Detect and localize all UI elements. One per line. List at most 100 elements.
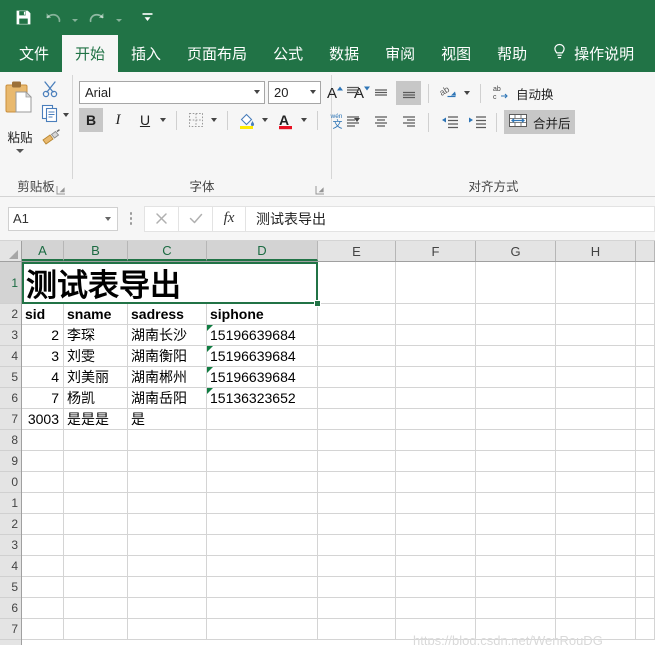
row-header-13[interactable]: 3 [0,535,21,556]
column-header-f[interactable]: F [396,241,476,261]
align-middle-button[interactable] [368,81,393,105]
tab-view[interactable]: 视图 [428,35,484,72]
underline-dropdown-icon[interactable] [160,118,166,122]
cell-empty-17-6[interactable] [476,619,556,640]
cell-f1[interactable] [396,262,476,304]
cell-g2[interactable] [476,304,556,325]
cell-g5[interactable] [476,367,556,388]
cell-h5[interactable] [556,367,636,388]
cell-e3[interactable] [318,325,396,346]
confirm-edit-button[interactable] [178,205,212,232]
row-header-14[interactable]: 4 [0,556,21,577]
font-size-dropdown-icon[interactable] [305,82,320,103]
cell-empty-13-8[interactable] [636,535,655,556]
cell-empty-17-2[interactable] [128,619,207,640]
cell-h2[interactable] [556,304,636,325]
cell-i4[interactable] [636,346,655,367]
cell-empty-13-2[interactable] [128,535,207,556]
cell-empty-16-6[interactable] [476,598,556,619]
cell-empty-8-1[interactable] [64,430,128,451]
undo-icon[interactable] [40,5,66,31]
cell-f4[interactable] [396,346,476,367]
cell-i1[interactable] [636,262,655,304]
column-header-d[interactable]: D [207,241,318,261]
cut-button[interactable] [40,80,72,102]
cell-empty-14-0[interactable] [22,556,64,577]
increase-indent-button[interactable] [464,110,489,134]
cell-d2[interactable]: siphone [207,304,318,325]
undo-dropdown-icon[interactable] [70,5,80,31]
cell-d3[interactable]: 15196639684 [207,325,318,346]
save-icon[interactable] [10,5,36,31]
cell-empty-10-7[interactable] [556,472,636,493]
cell-empty-10-1[interactable] [64,472,128,493]
cell-empty-10-8[interactable] [636,472,655,493]
row-header-15[interactable]: 5 [0,577,21,598]
cell-empty-16-4[interactable] [318,598,396,619]
cell-empty-16-0[interactable] [22,598,64,619]
row-header-6[interactable]: 6 [0,388,21,409]
cell-empty-17-5[interactable] [396,619,476,640]
cell-empty-15-5[interactable] [396,577,476,598]
cell-c3[interactable]: 湖南长沙 [128,325,207,346]
align-right-button[interactable] [396,110,421,134]
cell-empty-11-6[interactable] [476,493,556,514]
select-all-button[interactable] [0,241,22,261]
cell-empty-10-3[interactable] [207,472,318,493]
cell-f6[interactable] [396,388,476,409]
cell-c5[interactable]: 湖南郴州 [128,367,207,388]
cell-i6[interactable] [636,388,655,409]
cell-a3[interactable]: 2 [22,325,64,346]
cell-empty-13-0[interactable] [22,535,64,556]
italic-button[interactable]: I [106,108,130,132]
cell-i3[interactable] [636,325,655,346]
cell-empty-8-2[interactable] [128,430,207,451]
clipboard-dialog-launcher-icon[interactable] [56,182,66,195]
cell-empty-9-6[interactable] [476,451,556,472]
cell-empty-12-0[interactable] [22,514,64,535]
cell-empty-16-8[interactable] [636,598,655,619]
tab-file[interactable]: 文件 [6,35,62,72]
cell-empty-17-3[interactable] [207,619,318,640]
align-bottom-button[interactable] [396,81,421,105]
cell-c7[interactable]: 是 [128,409,207,430]
cell-f2[interactable] [396,304,476,325]
copy-dropdown-icon[interactable] [63,113,69,117]
cell-empty-11-3[interactable] [207,493,318,514]
cell-a4[interactable]: 3 [22,346,64,367]
cell-empty-13-6[interactable] [476,535,556,556]
cell-empty-10-0[interactable] [22,472,64,493]
orientation-button[interactable]: ab [436,81,461,105]
cell-empty-13-3[interactable] [207,535,318,556]
cell-empty-16-5[interactable] [396,598,476,619]
cell-empty-9-2[interactable] [128,451,207,472]
cell-empty-13-4[interactable] [318,535,396,556]
cell-f3[interactable] [396,325,476,346]
align-left-button[interactable] [340,110,365,134]
cell-empty-14-2[interactable] [128,556,207,577]
cell-empty-12-3[interactable] [207,514,318,535]
cell-empty-9-4[interactable] [318,451,396,472]
cell-empty-14-8[interactable] [636,556,655,577]
cell-empty-12-7[interactable] [556,514,636,535]
row-header-17[interactable]: 7 [0,619,21,640]
cell-e1[interactable] [318,262,396,304]
paste-button[interactable]: 粘贴 [0,77,40,153]
tab-page-layout[interactable]: 页面布局 [174,35,260,72]
font-dialog-launcher-icon[interactable] [315,182,325,195]
cell-f5[interactable] [396,367,476,388]
cell-empty-13-5[interactable] [396,535,476,556]
cell-empty-9-0[interactable] [22,451,64,472]
row-header-11[interactable]: 1 [0,493,21,514]
cell-empty-17-7[interactable] [556,619,636,640]
cell-empty-13-1[interactable] [64,535,128,556]
cell-empty-11-7[interactable] [556,493,636,514]
cell-empty-12-2[interactable] [128,514,207,535]
column-header-a[interactable]: A [22,241,64,261]
cell-g4[interactable] [476,346,556,367]
column-header-i[interactable] [636,241,655,261]
align-center-button[interactable] [368,110,393,134]
cell-g7[interactable] [476,409,556,430]
cell-empty-17-0[interactable] [22,619,64,640]
cell-empty-11-2[interactable] [128,493,207,514]
